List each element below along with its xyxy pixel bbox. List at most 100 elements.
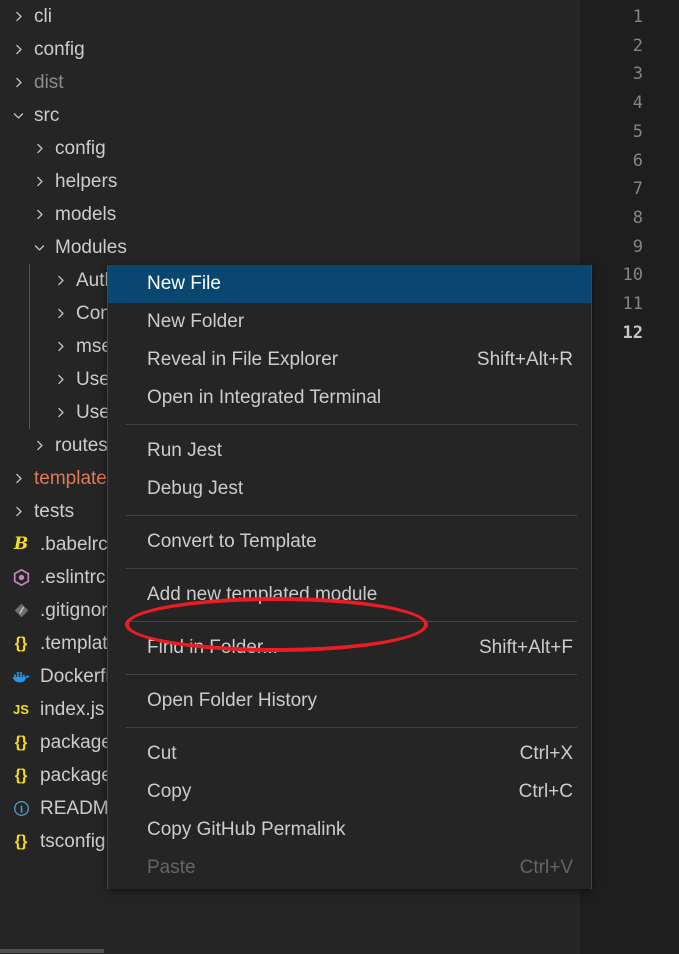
line-number: 4 (632, 93, 643, 114)
json-icon: {} (14, 766, 28, 784)
menu-separator (126, 674, 577, 675)
menu-item[interactable]: Cut Ctrl+X (108, 735, 591, 773)
chevron-down-icon[interactable] (8, 109, 28, 122)
editor-area[interactable]: 1 2 3 4 5 6 7 8 9 10 11 12 (580, 0, 679, 954)
menu-item-shortcut: Shift+Alt+F (479, 637, 573, 658)
menu-item[interactable]: Find in Folder... Shift+Alt+F (108, 629, 591, 667)
tree-item-label: index.js (40, 698, 105, 720)
svg-text:i: i (19, 804, 23, 815)
line-number: 10 (622, 265, 643, 286)
menu-separator (126, 515, 577, 516)
menu-item[interactable]: Open in Integrated Terminal (108, 379, 591, 417)
menu-item-label: Add new templated module (147, 584, 378, 605)
tree-item-label: routes (55, 434, 108, 456)
menu-item-shortcut: Shift+Alt+R (476, 349, 573, 370)
menu-item[interactable]: Copy Ctrl+C (108, 773, 591, 811)
babel-icon: B (13, 534, 29, 554)
tree-item-label: .babelrc (40, 533, 108, 555)
menu-item[interactable]: Open Folder History (108, 682, 591, 720)
chevron-right-icon[interactable] (29, 439, 49, 452)
tree-folder-row[interactable]: models (0, 198, 580, 231)
menu-item[interactable]: Convert to Template (108, 523, 591, 561)
line-number: 2 (632, 35, 643, 56)
docker-icon (8, 669, 34, 685)
sidebar-horizontal-scrollbar[interactable] (0, 949, 104, 953)
menu-item-shortcut: Ctrl+V (519, 857, 573, 878)
menu-item-label: Cut (147, 743, 177, 764)
tree-folder-row[interactable]: cli (0, 0, 580, 33)
menu-item[interactable]: New Folder (108, 303, 591, 341)
json-icon: {} (14, 832, 28, 850)
chevron-right-icon[interactable] (29, 142, 49, 155)
chevron-right-icon[interactable] (8, 472, 28, 485)
chevron-right-icon[interactable] (50, 406, 70, 419)
tree-item-label: helpers (55, 170, 118, 192)
chevron-right-icon[interactable] (50, 340, 70, 353)
chevron-down-icon[interactable] (29, 241, 49, 254)
chevron-right-icon[interactable] (50, 373, 70, 386)
tree-item-label: config (55, 137, 106, 159)
javascript-icon: JS (13, 702, 29, 717)
chevron-right-icon[interactable] (50, 307, 70, 320)
explorer-context-menu[interactable]: New File New Folder Reveal in File Explore… (107, 265, 592, 889)
tree-folder-row[interactable]: config (0, 132, 580, 165)
chevron-right-icon[interactable] (8, 505, 28, 518)
menu-item-label: Paste (147, 857, 196, 878)
tree-folder-row[interactable]: dist (0, 66, 580, 99)
chevron-right-icon[interactable] (8, 10, 28, 23)
menu-item[interactable]: New File (108, 265, 591, 303)
menu-item[interactable]: Copy GitHub Permalink (108, 811, 591, 849)
line-number: 8 (632, 207, 643, 228)
tree-folder-row[interactable]: helpers (0, 165, 580, 198)
git-icon (8, 602, 34, 619)
menu-item-label: Convert to Template (147, 531, 317, 552)
line-number: 6 (632, 150, 643, 171)
tree-item-label: templates (34, 467, 117, 489)
menu-separator (126, 424, 577, 425)
chevron-right-icon[interactable] (8, 76, 28, 89)
chevron-right-icon[interactable] (29, 208, 49, 221)
tree-folder-row[interactable]: src (0, 99, 580, 132)
menu-item-label: Reveal in File Explorer (147, 349, 339, 370)
menu-item-shortcut: Ctrl+X (519, 743, 573, 764)
eslint-icon (8, 569, 34, 586)
line-number: 3 (632, 64, 643, 85)
menu-item-label: Open Folder History (147, 690, 318, 711)
menu-item-label: Copy (147, 781, 192, 802)
menu-item-shortcut: Ctrl+C (518, 781, 573, 802)
menu-item-label: Debug Jest (147, 478, 244, 499)
menu-item-label: Open in Integrated Terminal (147, 387, 382, 408)
menu-item[interactable]: Reveal in File Explorer Shift+Alt+R (108, 341, 591, 379)
line-number: 5 (632, 121, 643, 142)
menu-separator (126, 727, 577, 728)
line-number: 1 (632, 7, 643, 27)
menu-item-label: Copy GitHub Permalink (147, 819, 346, 840)
menu-item-label: Find in Folder... (147, 637, 278, 658)
line-number: 12 (622, 322, 643, 343)
menu-separator (126, 568, 577, 569)
tree-folder-row[interactable]: Modules (0, 231, 580, 264)
tree-item-label: .gitignore (40, 599, 119, 621)
tree-item-label: config (34, 38, 85, 60)
menu-item[interactable]: Debug Jest (108, 470, 591, 508)
line-number: 9 (632, 236, 643, 257)
json-icon: {} (14, 733, 28, 751)
menu-item[interactable]: Run Jest (108, 432, 591, 470)
chevron-right-icon[interactable] (29, 175, 49, 188)
tree-item-label: tests (34, 500, 75, 522)
menu-item-label: New File (147, 273, 221, 294)
chevron-right-icon[interactable] (50, 274, 70, 287)
tree-folder-row[interactable]: config (0, 33, 580, 66)
menu-item[interactable]: Add new templated module (108, 576, 591, 614)
chevron-right-icon[interactable] (8, 43, 28, 56)
menu-item-label: Run Jest (147, 440, 222, 461)
json-icon: {} (14, 634, 28, 652)
menu-item-label: New Folder (147, 311, 245, 332)
menu-separator (126, 621, 577, 622)
tree-item-label: cli (34, 5, 52, 27)
line-number: 11 (622, 294, 643, 314)
menu-item: Paste Ctrl+V (108, 849, 591, 887)
tree-item-label: dist (34, 71, 64, 93)
info-icon: i (8, 800, 34, 817)
tree-item-label: src (34, 104, 60, 126)
